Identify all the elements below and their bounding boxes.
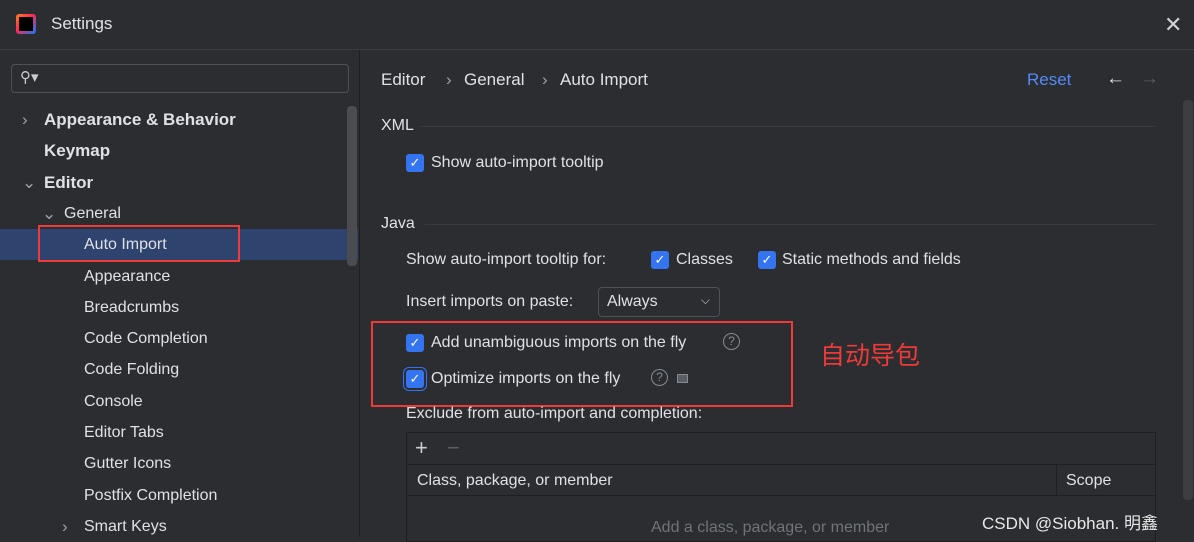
breadcrumb-current: Auto Import <box>560 70 648 89</box>
highlight-box <box>38 225 240 263</box>
chevron-right-icon[interactable]: › <box>62 511 68 542</box>
show-tooltip-checkbox[interactable]: ✓ <box>406 154 424 172</box>
breadcrumb-separator: › <box>446 70 452 89</box>
divider <box>359 50 360 537</box>
chevron-right-icon[interactable]: › <box>22 104 28 135</box>
sidebar-item-label: Appearance <box>84 267 171 285</box>
sidebar-item-appearance[interactable]: Appearance <box>0 261 358 292</box>
sidebar-item-label: Code Completion <box>84 330 208 348</box>
title-bar <box>0 0 1194 50</box>
breadcrumb-editor[interactable]: Editor <box>381 70 425 90</box>
sidebar-scrollbar[interactable] <box>347 106 357 266</box>
search-icon: ⚲▾ <box>20 69 39 86</box>
sidebar-item-label: Editor <box>44 172 94 192</box>
add-icon[interactable]: + <box>415 435 428 461</box>
exclude-label: Exclude from auto-import and completion: <box>406 405 703 422</box>
breadcrumb-general[interactable]: General <box>464 70 524 90</box>
chevron-down-icon: ⌵ <box>700 293 710 307</box>
show-tooltip-label: Show auto-import tooltip <box>431 154 604 171</box>
sidebar-item-editor[interactable]: ⌄ Editor <box>0 167 358 198</box>
sidebar-item-code-completion[interactable]: Code Completion <box>0 323 358 354</box>
sidebar-item-keymap[interactable]: Keymap <box>0 135 358 166</box>
back-arrow-icon[interactable]: ← <box>1106 68 1125 90</box>
sidebar-item-appearance-behavior[interactable]: › Appearance & Behavior <box>0 104 358 135</box>
sidebar-item-label: Smart Keys <box>84 517 167 535</box>
select-value: Always <box>607 293 658 310</box>
sidebar-item-smart-keys[interactable]: › Smart Keys <box>0 511 358 542</box>
reset-button[interactable]: Reset <box>1027 70 1071 90</box>
sidebar-item-label: Gutter Icons <box>84 455 172 473</box>
empty-table-text: Add a class, package, or member <box>651 519 890 536</box>
forward-arrow-icon[interactable]: → <box>1140 68 1159 90</box>
sidebar-item-label: Breadcrumbs <box>84 298 180 316</box>
sidebar-item-console[interactable]: Console <box>0 386 358 417</box>
tooltip-for-label: Show auto-import tooltip for: <box>406 251 607 268</box>
annotation-text: 自动导包 <box>820 342 921 370</box>
chevron-down-icon[interactable]: ⌄ <box>22 167 36 198</box>
column-header-class[interactable]: Class, package, or member <box>417 472 613 490</box>
app-logo-icon <box>16 14 36 34</box>
sidebar-item-label: Postfix Completion <box>84 486 218 504</box>
sidebar-item-label: Editor Tabs <box>84 424 164 441</box>
classes-checkbox[interactable]: ✓ <box>651 251 669 269</box>
window-title: Settings <box>51 14 113 33</box>
insert-imports-select[interactable]: Always ⌵ <box>598 287 720 317</box>
section-xml: XML <box>381 117 414 134</box>
divider <box>425 224 1155 225</box>
sidebar-item-gutter-icons[interactable]: Gutter Icons <box>0 448 358 479</box>
static-methods-checkbox[interactable]: ✓ <box>758 251 776 269</box>
breadcrumb-separator: › <box>542 70 548 89</box>
sidebar-item-label: Keymap <box>44 141 111 161</box>
insert-imports-label: Insert imports on paste: <box>406 293 574 310</box>
section-java: Java <box>381 215 415 232</box>
sidebar-item-breadcrumbs[interactable]: Breadcrumbs <box>0 292 358 323</box>
sidebar-item-code-folding[interactable]: Code Folding <box>0 354 358 385</box>
classes-label: Classes <box>676 251 733 268</box>
static-methods-label: Static methods and fields <box>782 251 961 268</box>
settings-search-input[interactable]: ⚲▾ <box>11 64 349 93</box>
divider <box>420 126 1155 127</box>
watermark: CSDN @Siobhan. 明鑫 <box>982 514 1158 533</box>
sidebar-item-postfix-completion[interactable]: Postfix Completion <box>0 480 358 511</box>
highlight-box <box>371 321 793 407</box>
remove-icon[interactable]: − <box>447 435 460 461</box>
content-scrollbar[interactable] <box>1183 100 1193 500</box>
sidebar-item-label: Code Folding <box>84 361 180 379</box>
sidebar-item-label: Appearance & Behavior <box>44 110 236 129</box>
sidebar-item-label: Console <box>84 392 143 410</box>
sidebar-item-editor-tabs[interactable]: Editor Tabs <box>0 417 358 448</box>
close-icon[interactable]: ✕ <box>1164 12 1182 38</box>
column-header-scope[interactable]: Scope <box>1066 472 1111 490</box>
sidebar-item-auto-import[interactable]: Auto Import <box>0 225 358 263</box>
